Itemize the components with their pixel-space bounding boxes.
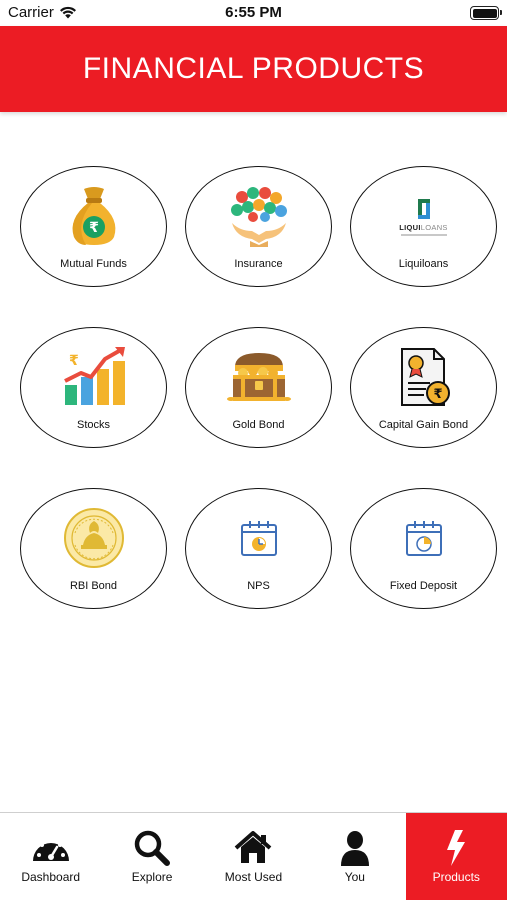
product-label: NPS [247, 580, 270, 592]
product-label: Mutual Funds [60, 258, 127, 270]
tab-products[interactable]: Products [405, 813, 507, 900]
user-icon [333, 828, 377, 868]
money-bag-rupee-icon: ₹ [61, 183, 127, 249]
product-label: Gold Bond [232, 419, 285, 431]
product-tile-gold-bond[interactable]: Gold Bond [185, 327, 332, 448]
rbi-seal-icon [61, 505, 127, 571]
battery-icon [470, 6, 502, 20]
calendar-clock-icon [226, 505, 292, 571]
product-label: Insurance [234, 258, 283, 270]
product-tile-mutual-funds[interactable]: ₹ Mutual Funds [20, 166, 167, 287]
stocks-growth-chart-icon: ₹ [61, 344, 127, 410]
home-icon [231, 828, 275, 868]
treasure-chest-icon [226, 344, 292, 410]
svg-text:₹: ₹ [69, 353, 79, 369]
product-tile-capital-gain-bond[interactable]: ₹ Capital Gain Bond [350, 327, 497, 448]
lightning-icon [434, 828, 478, 868]
tab-label: Products [432, 870, 480, 884]
header-bar: FINANCIAL PRODUCTS [0, 26, 507, 112]
product-label: Fixed Deposit [389, 580, 458, 592]
product-label: Liquiloans [398, 258, 449, 270]
tab-label: Explore [131, 870, 173, 884]
tab-label: Dashboard [21, 870, 81, 884]
product-tile-nps[interactable]: NPS [185, 488, 332, 609]
svg-text:₹: ₹ [433, 387, 442, 402]
product-tile-stocks[interactable]: ₹ Stocks [20, 327, 167, 448]
liquiloans-tagline-graphic [400, 233, 447, 236]
certificate-rupee-icon: ₹ [391, 344, 457, 410]
liquiloans-brand-light: LOANS [420, 222, 448, 232]
product-tile-rbi-bond[interactable]: RBI Bond [20, 488, 167, 609]
page-title: FINANCIAL PRODUCTS [82, 52, 425, 85]
tab-dashboard[interactable]: Dashboard [0, 813, 101, 900]
product-label: Stocks [76, 419, 110, 431]
tab-you[interactable]: You [304, 813, 405, 900]
liquiloans-logo: LIQUILOANS [391, 183, 457, 249]
bottom-tab-bar: Dashboard Explore Most Used You Products [0, 812, 507, 900]
insurance-hands-icon [226, 183, 292, 249]
status-time: 6:55 PM [225, 4, 282, 21]
dashboard-gauge-icon [29, 828, 73, 868]
tab-most-used[interactable]: Most Used [203, 813, 304, 900]
calendar-timer-icon [391, 505, 457, 571]
product-tile-fixed-deposit[interactable]: Fixed Deposit [350, 488, 497, 609]
product-label: RBI Bond [69, 580, 118, 592]
tab-label: You [344, 870, 365, 884]
search-icon [130, 828, 174, 868]
tab-label: Most Used [224, 870, 283, 884]
tab-explore[interactable]: Explore [101, 813, 202, 900]
liquiloans-brand-dark: LIQUI [399, 222, 421, 232]
product-label: Capital Gain Bond [378, 419, 469, 431]
product-tile-insurance[interactable]: Insurance [185, 166, 332, 287]
status-bar: Carrier 6:55 PM [0, 0, 507, 26]
product-tile-liquiloans[interactable]: LIQUILOANS Liquiloans [350, 166, 497, 287]
svg-text:₹: ₹ [89, 220, 99, 236]
